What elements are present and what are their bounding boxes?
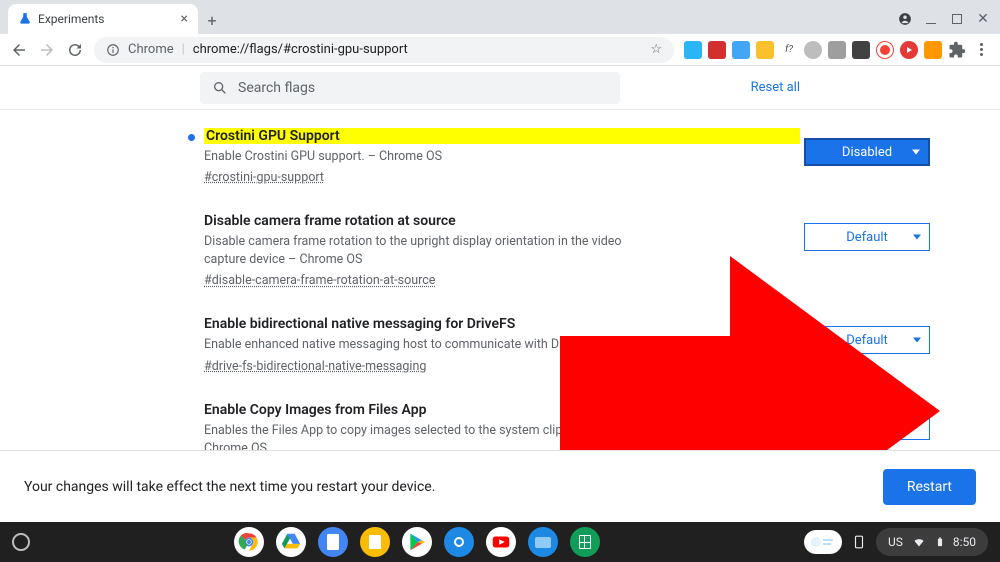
extension-icon[interactable] <box>828 41 846 59</box>
shelf-app-camera-icon[interactable] <box>444 527 474 557</box>
flag-description: Disable camera frame rotation to the upr… <box>204 233 634 269</box>
status-area[interactable]: US 8:50 <box>804 528 988 556</box>
extension-row: f? <box>684 41 990 59</box>
shelf-app-files-icon[interactable] <box>528 527 558 557</box>
tab-strip: Experiments × + ✕ <box>0 0 1000 34</box>
launcher-icon[interactable] <box>12 533 30 551</box>
extension-icon[interactable] <box>924 41 942 59</box>
flag-hash-link[interactable]: #drive-fs-bidirectional-native-messaging <box>204 359 426 374</box>
notification-preview-icon[interactable] <box>804 530 842 554</box>
search-icon <box>212 80 228 96</box>
minimize-icon[interactable] <box>924 12 938 26</box>
flags-list: Crostini GPU Support Enable Crostini GPU … <box>0 110 1000 477</box>
flag-state-dropdown[interactable]: Disabled <box>804 138 930 166</box>
shelf-app-chrome-icon[interactable] <box>234 527 264 557</box>
flag-item: Enable bidirectional native messaging fo… <box>198 316 800 373</box>
browser-tab[interactable]: Experiments × <box>8 4 198 34</box>
shelf-app-sheets-icon[interactable] <box>570 527 600 557</box>
account-icon[interactable] <box>898 12 912 26</box>
extension-icon[interactable] <box>684 41 702 59</box>
tab-title: Experiments <box>38 12 175 26</box>
reset-all-button[interactable]: Reset all <box>751 80 800 95</box>
restart-bar: Your changes will take effect the next t… <box>0 450 1000 522</box>
restart-button[interactable]: Restart <box>883 469 976 505</box>
modified-dot-icon <box>188 134 195 141</box>
browser-toolbar: Chrome | chrome://flags/#crostini-gpu-su… <box>0 34 1000 66</box>
flag-hash-link[interactable]: #crostini-gpu-support <box>204 170 324 185</box>
flag-title: Enable bidirectional native messaging fo… <box>204 316 800 332</box>
flag-state-dropdown[interactable]: Default <box>804 223 930 251</box>
clock: 8:50 <box>953 535 976 549</box>
ime-indicator: US <box>888 535 903 549</box>
phone-hub-icon[interactable] <box>852 533 866 551</box>
address-bar[interactable]: Chrome | chrome://flags/#crostini-gpu-su… <box>94 37 674 63</box>
maximize-icon[interactable] <box>950 12 964 26</box>
new-tab-button[interactable]: + <box>198 6 226 34</box>
flag-state-dropdown[interactable]: Default <box>804 326 930 354</box>
flag-hash-link[interactable]: #disable-camera-frame-rotation-at-source <box>204 273 435 288</box>
shelf-app-keep-icon[interactable] <box>360 527 390 557</box>
status-tray[interactable]: US 8:50 <box>876 528 988 556</box>
restart-message: Your changes will take effect the next t… <box>24 479 435 495</box>
extensions-puzzle-icon[interactable] <box>948 41 966 59</box>
flag-title: Disable camera frame rotation at source <box>204 213 800 229</box>
chrome-info-icon <box>106 43 120 57</box>
flags-header: Search flags Reset all <box>0 66 1000 110</box>
extension-icon[interactable] <box>732 41 750 59</box>
flask-icon <box>18 12 32 26</box>
extension-icon[interactable] <box>852 41 870 59</box>
search-placeholder: Search flags <box>238 80 315 96</box>
forward-icon <box>38 41 56 59</box>
chromeos-shelf: US 8:50 <box>0 522 1000 562</box>
shelf-app-drive-icon[interactable] <box>276 527 306 557</box>
shelf-apps <box>234 527 600 557</box>
shelf-app-play-icon[interactable] <box>402 527 432 557</box>
flag-description: Enable Crostini GPU support. – Chrome OS <box>204 148 634 166</box>
flag-item: Crostini GPU Support Enable Crostini GPU … <box>198 128 800 185</box>
reload-icon[interactable] <box>66 41 84 59</box>
extension-icon[interactable] <box>900 41 918 59</box>
flag-title: Enable Copy Images from Files App <box>204 402 800 418</box>
bookmark-star-icon[interactable]: ☆ <box>650 42 662 57</box>
close-tab-icon[interactable]: × <box>181 11 188 27</box>
flag-item: Disable camera frame rotation at source D… <box>198 213 800 288</box>
omnibox-prefix: Chrome <box>128 42 174 57</box>
close-window-icon[interactable]: ✕ <box>976 12 990 26</box>
extension-icon[interactable] <box>876 41 894 59</box>
extension-icon[interactable] <box>708 41 726 59</box>
back-icon[interactable] <box>10 41 28 59</box>
flag-title: Crostini GPU Support <box>204 128 800 144</box>
omnibox-url: chrome://flags/#crostini-gpu-support <box>193 42 408 57</box>
flag-description: Enable enhanced native messaging host to… <box>204 336 634 354</box>
battery-icon <box>935 535 945 549</box>
search-flags-input[interactable]: Search flags <box>200 72 620 104</box>
extension-icon[interactable]: f? <box>780 41 798 59</box>
flag-state-dropdown[interactable]: Default <box>804 412 930 440</box>
shelf-app-docs-icon[interactable] <box>318 527 348 557</box>
extension-icon[interactable] <box>756 41 774 59</box>
shelf-app-youtube-icon[interactable] <box>486 527 516 557</box>
chrome-menu-icon[interactable] <box>972 41 990 59</box>
wifi-icon <box>911 536 927 548</box>
extension-icon[interactable] <box>804 41 822 59</box>
window-controls: ✕ <box>898 4 1000 34</box>
